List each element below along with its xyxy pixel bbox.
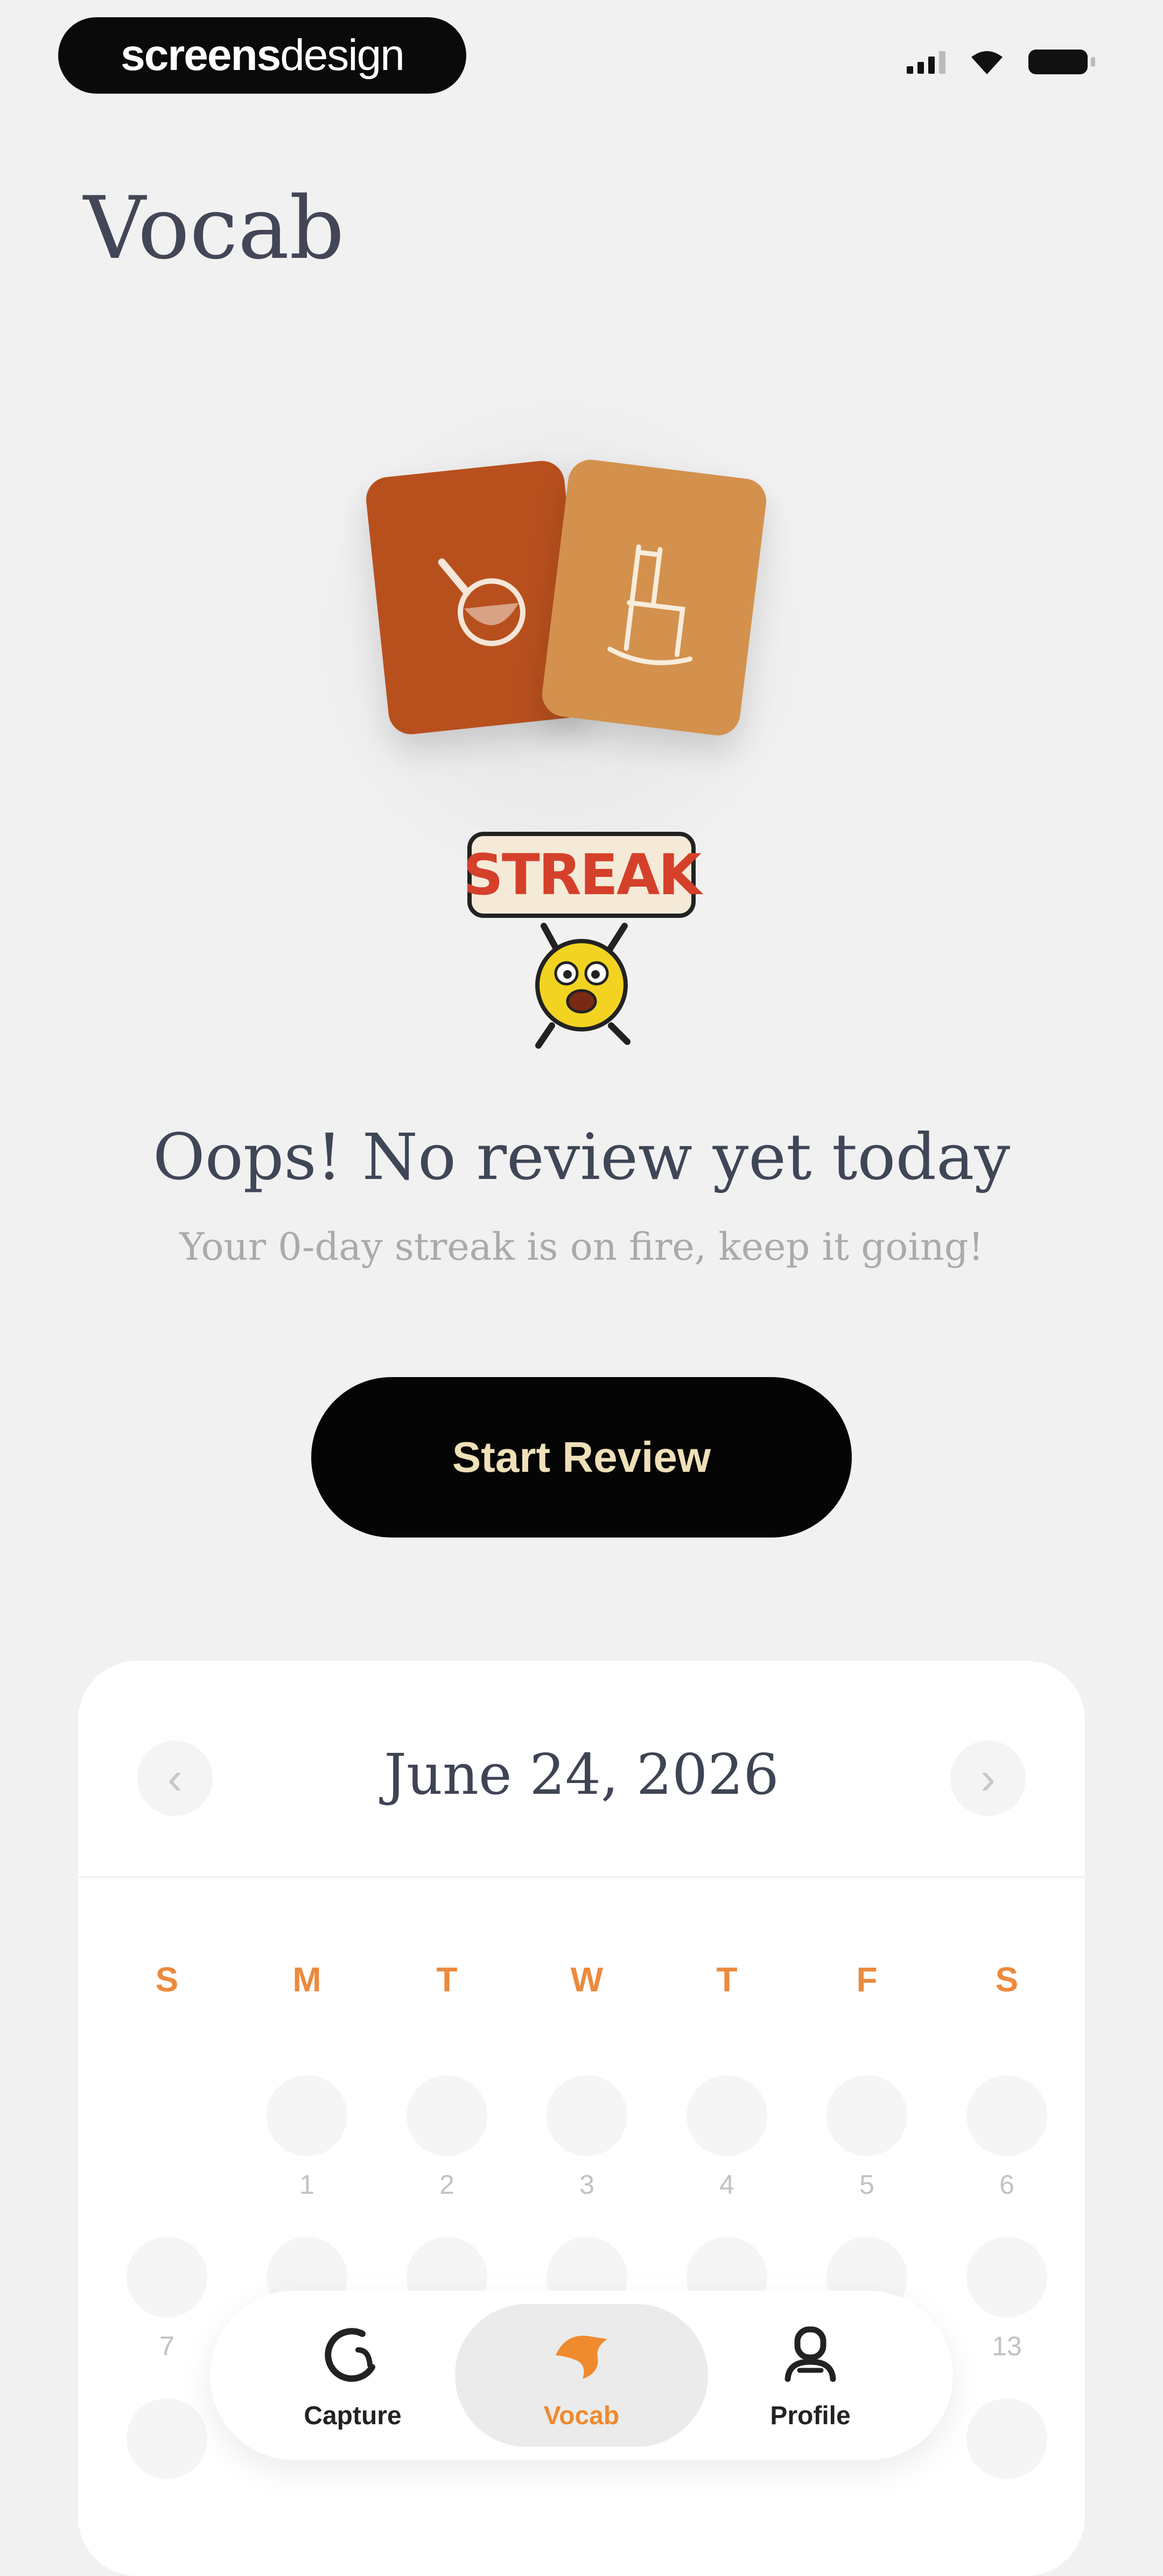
weekday-mon: M: [292, 1960, 321, 1999]
mascot-icon: [535, 923, 630, 1049]
signal-icon: [907, 50, 945, 74]
chair-icon: [607, 544, 693, 665]
weekday-sun: S: [155, 1960, 179, 1999]
vocab-icon: [556, 2335, 607, 2379]
calendar-day[interactable]: [127, 2398, 207, 2479]
tab-profile[interactable]: Profile: [684, 2304, 937, 2447]
brand-logo-bold: screens: [121, 31, 281, 80]
weekday-thu: T: [716, 1960, 738, 1999]
weekday-sat: S: [995, 1960, 1019, 1999]
weekday-wed: W: [570, 1960, 604, 1999]
day-number: 5: [859, 2170, 874, 2200]
page-title: Vocab: [83, 178, 345, 278]
tab-capture[interactable]: Capture: [226, 2304, 479, 2447]
weekday-fri: F: [856, 1960, 878, 1999]
status-bar: screens design: [0, 0, 1163, 108]
wifi-icon: [971, 51, 1003, 74]
chevron-right-icon[interactable]: ›: [950, 1740, 1026, 1816]
calendar-date-label: June 24, 2026: [384, 1742, 779, 1807]
day-number: 7: [159, 2331, 174, 2361]
weekday-row: S M T W T F S: [78, 1960, 1085, 2013]
calendar-header: ‹ June 24, 2026 ›: [78, 1661, 1085, 1878]
capture-icon: [325, 2328, 375, 2382]
calendar-day[interactable]: 2: [407, 2075, 487, 2200]
battery-icon: [1028, 50, 1095, 74]
calendar-day[interactable]: 5: [826, 2075, 907, 2200]
calendar-day[interactable]: 13: [966, 2237, 1047, 2362]
calendar-day[interactable]: 4: [686, 2075, 767, 2200]
day-number: 13: [992, 2331, 1022, 2361]
day-number: 1: [299, 2170, 314, 2200]
profile-icon: [784, 2326, 836, 2382]
tab-label: Profile: [770, 2402, 851, 2430]
calendar-day[interactable]: 6: [966, 2075, 1047, 2200]
day-number: 6: [999, 2170, 1014, 2200]
day-number: 2: [439, 2170, 454, 2200]
calendar-day[interactable]: 1: [267, 2075, 347, 2200]
tab-label: Vocab: [543, 2402, 620, 2430]
tab-vocab[interactable]: Vocab: [455, 2304, 708, 2447]
brand-logo: screens design: [58, 17, 466, 94]
brand-logo-light: design: [280, 31, 405, 80]
weekday-tue: T: [436, 1960, 458, 1999]
calendar-day[interactable]: 3: [547, 2075, 627, 2200]
tab-bar: Capture Vocab Profile: [210, 2291, 953, 2460]
calendar-day[interactable]: 7: [127, 2237, 207, 2362]
start-review-button[interactable]: Start Review: [311, 1377, 852, 1538]
calendar-day[interactable]: [966, 2398, 1047, 2479]
day-number: 4: [719, 2170, 734, 2200]
tab-label: Capture: [304, 2402, 402, 2430]
day-number: 3: [579, 2170, 594, 2200]
chair-card: [540, 457, 769, 738]
review-headline: Oops! No review yet today: [152, 1120, 1011, 1194]
review-subline: Your 0-day streak is on fire, keep it go…: [179, 1225, 984, 1269]
